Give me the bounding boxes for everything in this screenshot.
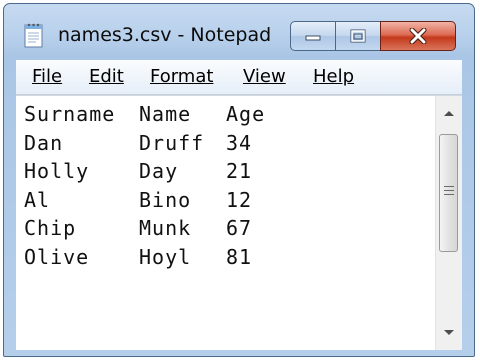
maximize-button[interactable] xyxy=(335,21,381,51)
text-editing-area[interactable]: Surname Name Age Dan Druff 34 Holly Day … xyxy=(16,96,436,350)
notepad-window: names3.csv - Notepad File Edit Format Vi… xyxy=(3,3,475,357)
editor: Surname Name Age Dan Druff 34 Holly Day … xyxy=(16,95,462,350)
age-cell: 34 xyxy=(226,131,253,155)
surname-cell: Olive xyxy=(24,245,90,269)
surname-cell: Al xyxy=(24,188,51,212)
age-cell: 12 xyxy=(226,188,253,212)
surname-cell: Dan xyxy=(24,131,64,155)
vertical-scrollbar[interactable] xyxy=(435,96,462,350)
window-title: names3.csv - Notepad xyxy=(58,24,272,46)
close-icon xyxy=(409,28,427,44)
menu-label: File xyxy=(32,66,63,87)
scroll-down-arrow-icon[interactable] xyxy=(442,328,456,338)
age-cell: 21 xyxy=(226,159,253,183)
notepad-icon xyxy=(24,23,43,48)
menu-label: View xyxy=(243,66,286,87)
menu-help[interactable]: Help xyxy=(313,66,354,87)
menu-view[interactable]: View xyxy=(243,66,286,87)
age-cell: 67 xyxy=(226,216,253,240)
title-bar[interactable]: names3.csv - Notepad xyxy=(4,4,474,56)
menu-format[interactable]: Format xyxy=(150,66,213,87)
minimize-icon xyxy=(305,35,321,41)
age-cell: Age xyxy=(226,102,266,126)
maximize-icon xyxy=(350,29,366,43)
menu-label: Format xyxy=(150,66,214,87)
menu-edit[interactable]: Edit xyxy=(89,66,124,87)
age-cell: 81 xyxy=(226,245,253,269)
name-cell: Hoyl xyxy=(139,245,192,269)
name-cell: Bino xyxy=(139,188,192,212)
name-cell: Munk xyxy=(139,216,192,240)
menu-label: Help xyxy=(313,66,355,87)
name-cell: Name xyxy=(139,102,192,126)
surname-cell: Chip xyxy=(24,216,77,240)
close-button[interactable] xyxy=(380,21,456,51)
scroll-thumb[interactable] xyxy=(439,134,458,252)
name-cell: Day xyxy=(139,159,179,183)
grip-icon xyxy=(444,186,454,198)
surname-cell: Surname xyxy=(24,102,116,126)
minimize-button[interactable] xyxy=(290,21,336,51)
name-cell: Druff xyxy=(139,131,205,155)
surname-cell: Holly xyxy=(24,159,90,183)
menu-label: Edit xyxy=(89,66,124,87)
scroll-up-arrow-icon[interactable] xyxy=(442,108,456,118)
menu-bar: File Edit Format View Help xyxy=(16,60,462,95)
menu-file[interactable]: File xyxy=(32,66,62,87)
